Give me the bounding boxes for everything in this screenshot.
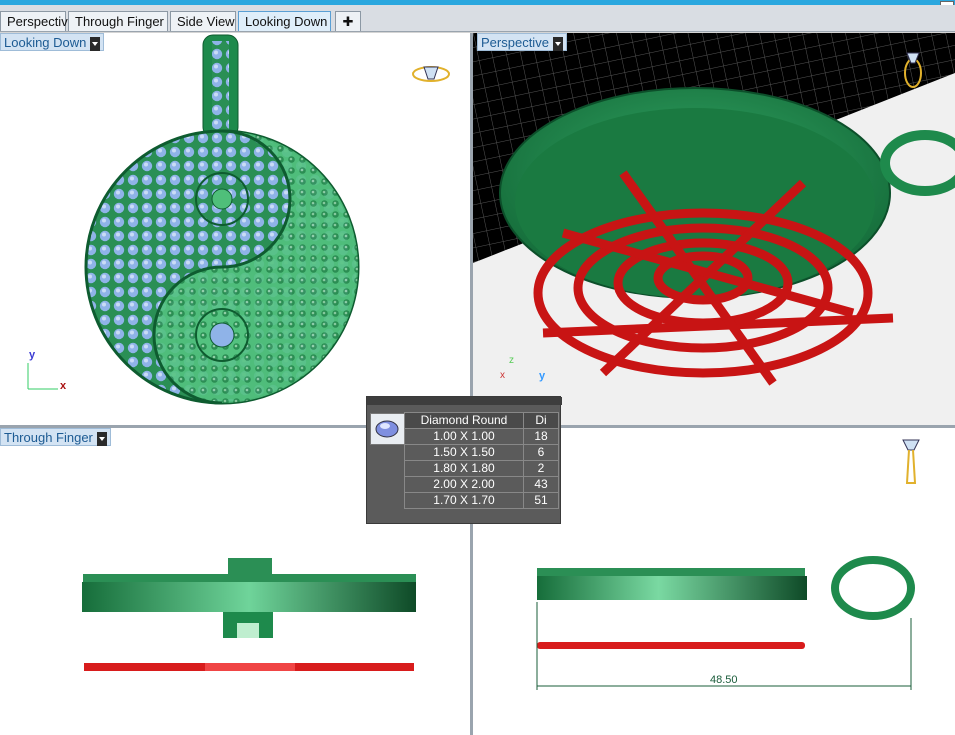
table-row: 1.50 X 1.50 6: [404, 444, 559, 461]
stone-size: 2.00 X 2.00: [404, 476, 524, 493]
viewport-menu-perspective[interactable]: Perspective: [477, 33, 567, 51]
stone-qty: 6: [523, 444, 559, 461]
axis-x-label: x: [60, 380, 67, 392]
tab-looking-down[interactable]: Looking Down: [238, 11, 331, 31]
chevron-down-icon: [90, 36, 101, 51]
ring-preview-icon: [902, 439, 920, 484]
add-tab-button[interactable]: ✚: [335, 11, 361, 31]
stone-size: 1.80 X 1.80: [404, 460, 524, 477]
viewport-looking-down[interactable]: Looking Down y x: [0, 33, 470, 425]
viewport-menu-through-finger[interactable]: Through Finger: [0, 428, 111, 446]
plus-icon: ✚: [342, 14, 354, 29]
stone-qty: 43: [523, 476, 559, 493]
viewport-splitter-vertical[interactable]: [470, 33, 473, 735]
stone-qty: 51: [523, 492, 559, 509]
ring-preview-icon: [412, 66, 450, 82]
pendant-top-render: [27, 34, 450, 405]
stone-qty: 18: [523, 428, 559, 445]
dimension-label: 48.50: [710, 674, 738, 686]
stone-report-panel: Diamond Round Di 1.00 X 1.00 18 1.50 X 1.…: [366, 396, 562, 524]
chevron-down-icon: [552, 36, 563, 51]
table-row: 1.80 X 1.80 2: [404, 460, 559, 477]
axis-y-label: y: [29, 349, 36, 361]
stone-report-toolbar: [367, 397, 562, 405]
header-count: Di: [523, 412, 559, 429]
tab-side-view[interactable]: Side View: [170, 11, 236, 31]
viewport-tab-bar: Perspective Through Finger Side View Loo…: [0, 5, 955, 32]
axis-z-label: z: [509, 355, 514, 366]
header-diamond-round: Diamond Round: [404, 412, 524, 429]
tab-through-finger[interactable]: Through Finger: [68, 11, 168, 31]
axis-y-label: y: [539, 370, 546, 382]
stone-qty: 2: [523, 460, 559, 477]
table-row: 2.00 X 2.00 43: [404, 476, 559, 493]
viewport-menu-looking-down[interactable]: Looking Down: [0, 33, 105, 51]
table-row: 1.00 X 1.00 18: [404, 428, 559, 445]
pendant-perspective-render: [473, 33, 955, 425]
stone-size: 1.50 X 1.50: [404, 444, 524, 461]
stone-report-table: Diamond Round Di 1.00 X 1.00 18 1.50 X 1.…: [404, 412, 559, 509]
table-header: Diamond Round Di: [404, 412, 559, 429]
stone-size: 1.00 X 1.00: [404, 428, 524, 445]
chevron-down-icon: [96, 431, 107, 446]
table-row: 1.70 X 1.70 51: [404, 492, 559, 509]
diamond-thumbnail-icon: [370, 413, 405, 445]
tab-perspective[interactable]: Perspective: [0, 11, 75, 31]
viewport-perspective[interactable]: Perspective z y x: [473, 33, 955, 425]
axis-x-label: x: [500, 370, 505, 381]
stone-size: 1.70 X 1.70: [404, 492, 524, 509]
